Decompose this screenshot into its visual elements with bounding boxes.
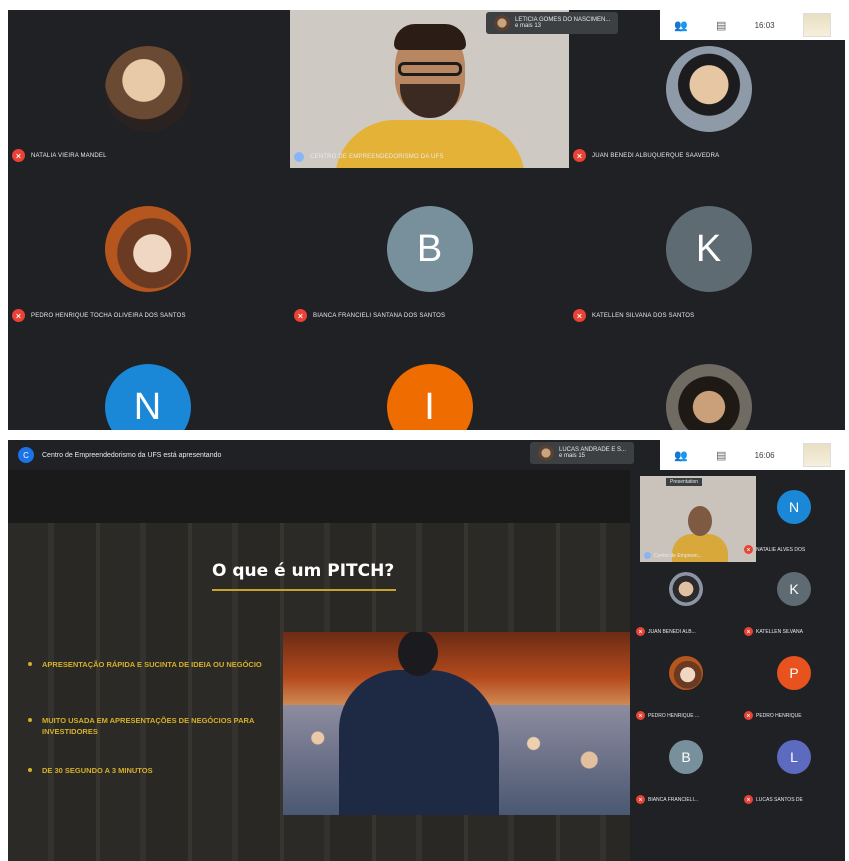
participant-photo bbox=[669, 572, 703, 606]
participant-name: NATALIA VIEIRA MANDEL bbox=[31, 152, 107, 159]
participant-name: BIANCA FRANCIELI SANTANA DOS SANTOS bbox=[313, 312, 446, 319]
presenter-avatar: C bbox=[18, 447, 34, 463]
mic-off-icon: ⨯ bbox=[744, 627, 753, 636]
mic-off-icon: ⨯ bbox=[12, 309, 25, 322]
participant-tile[interactable]: ⨯ PEDRO HENRIQUE TOCHA OLIVEIRA DOS SANTO… bbox=[8, 170, 287, 328]
participant-name: PEDRO HENRIQUE TOCHA OLIVEIRA DOS SANTOS bbox=[31, 312, 186, 319]
mic-on-icon bbox=[644, 552, 651, 559]
clock: 16:06 bbox=[754, 450, 775, 460]
chat-icon[interactable]: ▤ bbox=[716, 449, 726, 462]
slide-bullet: MUITO USADA EM APRESENTAÇÕES DE NEGÓCIOS… bbox=[28, 715, 278, 737]
participant-name: JUAN BENEDI ALB... bbox=[648, 628, 696, 635]
participant-photo bbox=[665, 46, 752, 132]
participant-tile[interactable]: L ⨯ LUCAS SANTOS DE bbox=[742, 730, 845, 814]
participant-tile[interactable]: ⨯ JUAN BENEDI ALB... bbox=[634, 562, 738, 646]
participant-name: KATELLEN SILVANA bbox=[756, 628, 803, 635]
participant-name: Centro de Empreendedorismo da UFS bbox=[310, 154, 444, 160]
participant-tile[interactable]: ⨯ PEDRO HENRIQUE ... bbox=[634, 646, 738, 730]
meet-presentation-view-screenshot: C Centro de Empreendedorismo da UFS está… bbox=[8, 440, 845, 861]
participant-name: JUAN BENEDI ALBUQUERQUE SAAVEDRA bbox=[592, 152, 720, 159]
meet-top-toolbar: 👥 ▤ 16:03 bbox=[660, 10, 845, 40]
participant-name: BIANCA FRANCIELI... bbox=[648, 796, 699, 803]
participant-photo bbox=[665, 364, 752, 430]
participant-name: PEDRO HENRIQUE ... bbox=[648, 712, 700, 719]
participant-letter-avatar: N bbox=[777, 490, 811, 524]
avatar bbox=[494, 15, 510, 31]
presenter-mini-video[interactable]: Presentation Centro de Empreen... bbox=[640, 476, 756, 562]
participant-letter-avatar: K bbox=[777, 572, 811, 606]
mic-off-icon: ⨯ bbox=[636, 627, 645, 636]
participant-tile[interactable]: B ⨯ BIANCA FRANCIELI... bbox=[634, 730, 738, 814]
participant-tile[interactable]: N bbox=[8, 330, 287, 430]
participant-letter-avatar: I bbox=[386, 364, 473, 430]
presentation-tag: Presentation bbox=[666, 478, 703, 486]
title-underline bbox=[212, 589, 396, 591]
participants-side-panel: Presentation Centro de Empreen... N ⨯ NAT… bbox=[630, 470, 845, 861]
chip-more: e mais 15 bbox=[559, 453, 586, 459]
participant-tile[interactable]: N ⨯ NATALIE ALVES DOS bbox=[742, 480, 845, 564]
participant-letter-avatar: P bbox=[777, 656, 811, 690]
mic-on-icon bbox=[294, 152, 304, 162]
mic-off-icon: ⨯ bbox=[744, 545, 753, 554]
participant-tile[interactable]: K ⨯ KATELLEN SILVANA bbox=[742, 562, 845, 646]
participant-tile[interactable]: P ⨯ PEDRO HENRIQUE bbox=[742, 646, 845, 730]
shared-slide: O que é um PITCH? APRESENTAÇÃO RÁPIDA E … bbox=[8, 523, 631, 861]
participant-photo bbox=[669, 656, 703, 690]
participants-icon[interactable]: 👥 bbox=[674, 19, 688, 32]
mic-off-icon: ⨯ bbox=[744, 711, 753, 720]
participant-letter-avatar: K bbox=[665, 206, 752, 292]
participant-name: PEDRO HENRIQUE bbox=[756, 712, 802, 719]
participants-chip[interactable]: LETICIA GOMES DO NASCIMEN... e mais 13 bbox=[486, 12, 619, 34]
slide-title: O que é um PITCH? bbox=[212, 561, 395, 581]
self-view-thumbnail[interactable] bbox=[802, 13, 831, 37]
participant-photo bbox=[104, 206, 191, 292]
participant-name: LUCAS SANTOS DE bbox=[756, 796, 803, 803]
mic-off-icon: ⨯ bbox=[573, 309, 586, 322]
glasses bbox=[397, 62, 462, 76]
participants-chip[interactable]: LUCAS ANDRADE E S... e mais 15 bbox=[530, 442, 635, 464]
participant-tile[interactable]: I bbox=[290, 330, 569, 430]
mic-off-icon: ⨯ bbox=[294, 309, 307, 322]
bullet-icon bbox=[28, 768, 32, 772]
participants-icon[interactable]: 👥 bbox=[674, 449, 688, 462]
slide-top-margin bbox=[8, 470, 630, 523]
participant-letter-avatar: N bbox=[104, 364, 191, 430]
participant-name: Centro de Empreen... bbox=[654, 552, 702, 559]
presenting-text: Centro de Empreendedorismo da UFS está a… bbox=[42, 451, 222, 459]
clock: 16:03 bbox=[754, 20, 775, 30]
mic-off-icon: ⨯ bbox=[12, 149, 25, 162]
slide-bullet: APRESENTAÇÃO RÁPIDA E SUCINTA DE IDEIA O… bbox=[28, 659, 278, 670]
participant-tile[interactable]: K ⨯ KATELLEN SILVANA DOS SANTOS bbox=[569, 170, 845, 328]
mic-off-icon: ⨯ bbox=[636, 795, 645, 804]
participant-letter-avatar: B bbox=[386, 206, 473, 292]
participant-name: NATALIE ALVES DOS bbox=[756, 546, 806, 553]
participant-tile[interactable] bbox=[569, 330, 845, 430]
meet-grid-view-screenshot: ⨯ NATALIA VIEIRA MANDEL Centro de Empreen… bbox=[8, 10, 845, 430]
meet-top-toolbar: 👥 ▤ 16:06 bbox=[660, 440, 845, 470]
participant-letter-avatar: B bbox=[669, 740, 703, 774]
participant-tile[interactable]: B ⨯ BIANCA FRANCIELI SANTANA DOS SANTOS bbox=[290, 170, 569, 328]
mic-off-icon: ⨯ bbox=[573, 149, 586, 162]
bullet-icon bbox=[28, 718, 32, 722]
participant-letter-avatar: L bbox=[777, 740, 811, 774]
slide-bullet: DE 30 SEGUNDO A 3 MINUTOS bbox=[28, 765, 278, 776]
pitch-speaker-photo bbox=[283, 632, 631, 815]
mic-off-icon: ⨯ bbox=[636, 711, 645, 720]
mic-off-icon: ⨯ bbox=[744, 795, 753, 804]
bullet-icon bbox=[28, 662, 32, 666]
speaker-body bbox=[339, 670, 499, 815]
speaker-head bbox=[398, 632, 438, 676]
participant-tile[interactable]: ⨯ NATALIA VIEIRA MANDEL bbox=[8, 10, 287, 168]
avatar bbox=[538, 445, 554, 461]
participant-photo bbox=[104, 46, 191, 132]
chat-icon[interactable]: ▤ bbox=[716, 19, 726, 32]
self-view-thumbnail[interactable] bbox=[802, 443, 831, 467]
chip-more: e mais 13 bbox=[515, 23, 542, 29]
participant-name: KATELLEN SILVANA DOS SANTOS bbox=[592, 312, 695, 319]
